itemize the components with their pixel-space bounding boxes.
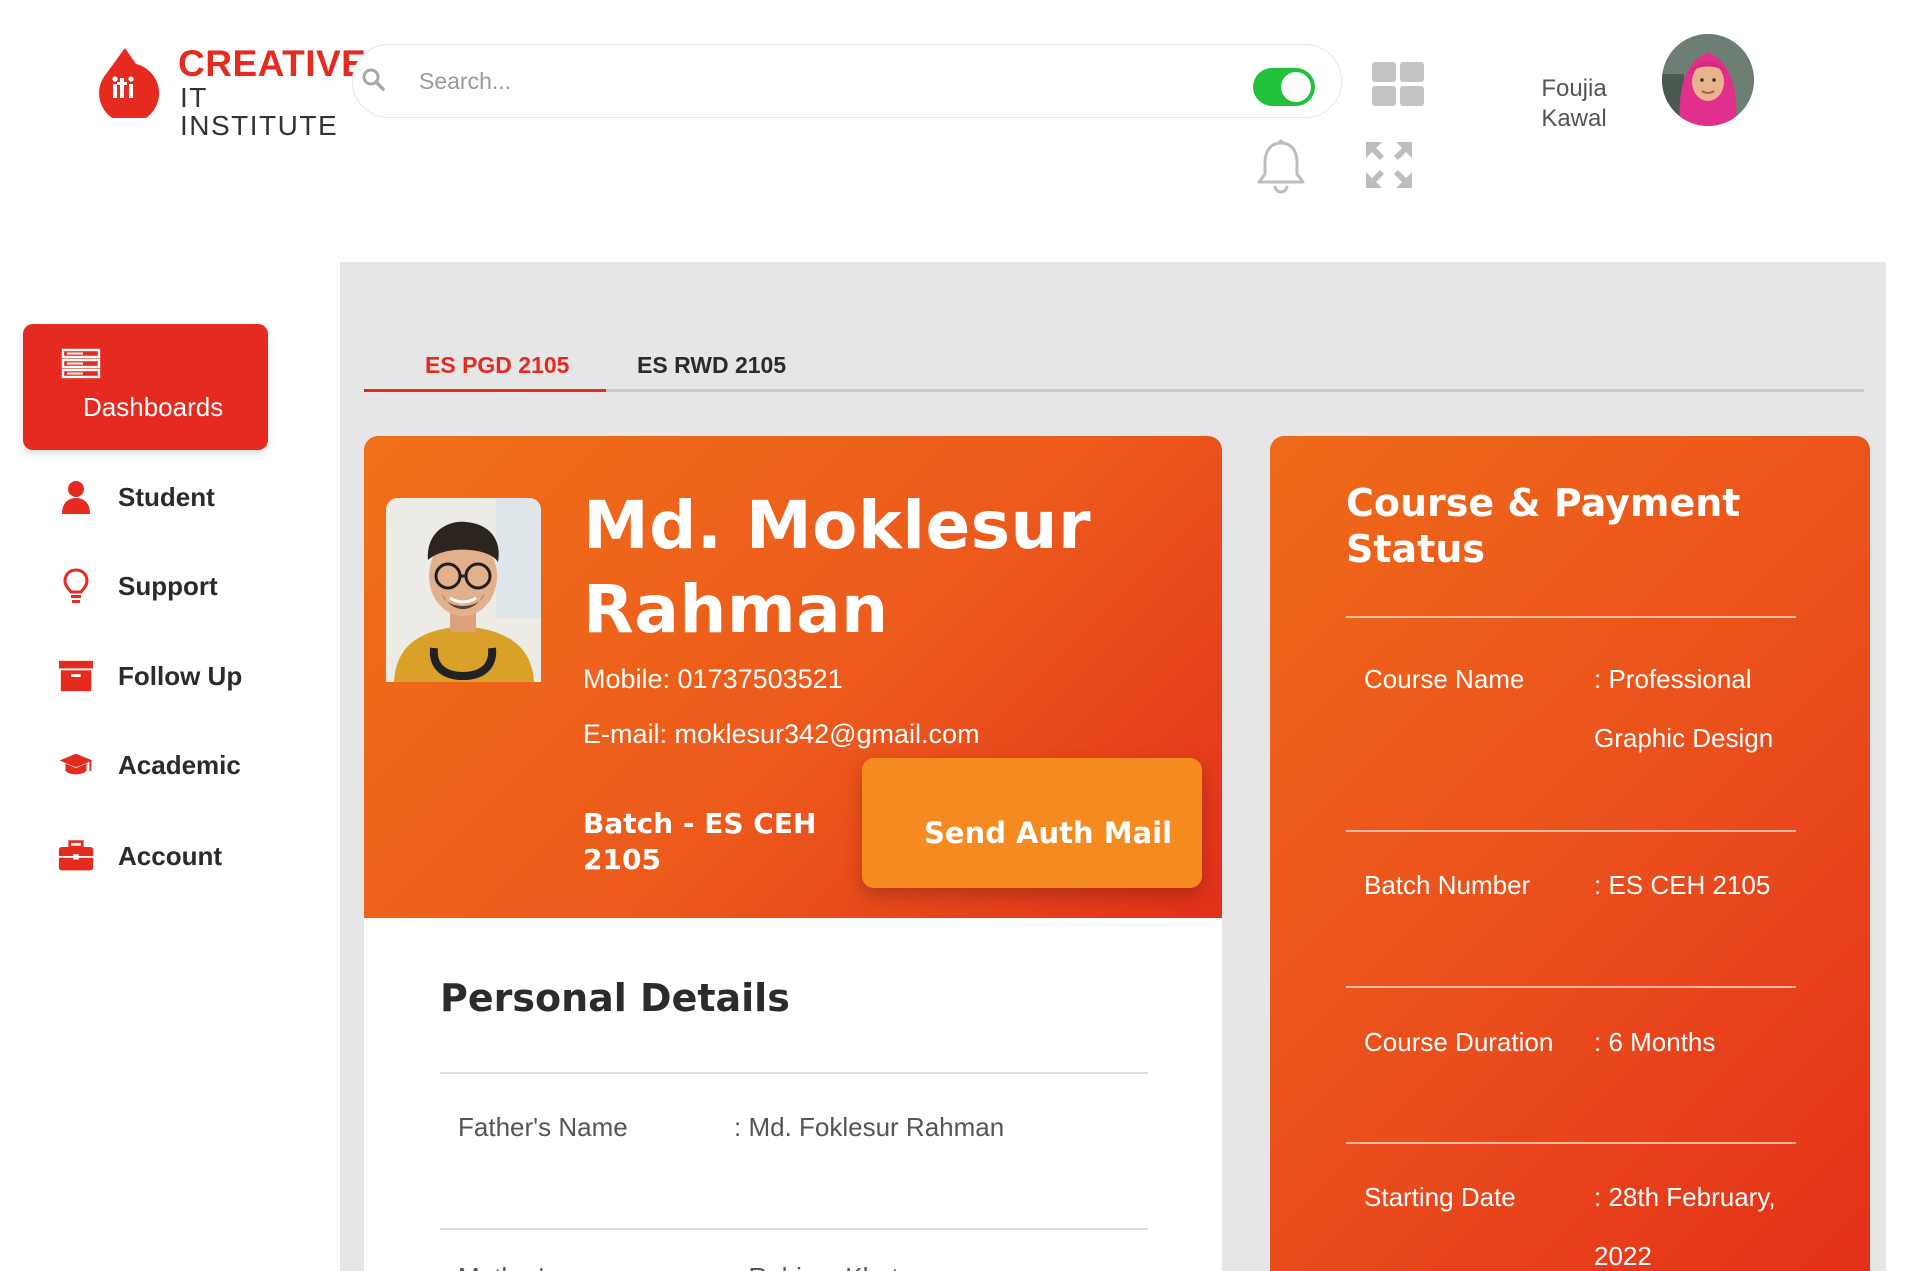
sidebar-item-support[interactable]: Support [58, 564, 218, 608]
sidebar-item-student[interactable]: Student [58, 475, 215, 519]
divider [1346, 986, 1796, 988]
student-photo [386, 498, 541, 682]
user-avatar[interactable] [1662, 34, 1754, 126]
divider [1346, 616, 1796, 618]
student-email: E-mail: moklesur342@gmail.com [583, 719, 980, 749]
theme-toggle[interactable] [1253, 68, 1315, 106]
course-payment-card: Course & Payment Status Course Name : Pr… [1270, 436, 1870, 1271]
lightbulb-icon [58, 568, 94, 604]
user-icon [58, 479, 94, 515]
logo-mark-icon [99, 48, 160, 118]
logo[interactable]: CREATIVE IT INSTITUTE [88, 42, 366, 140]
toggle-knob [1281, 72, 1311, 102]
sidebar-item-label: Academic [118, 749, 241, 780]
sidebar-item-academic[interactable]: Academic [58, 743, 241, 787]
course-name-value: : Professional Graphic Design [1594, 664, 1774, 753]
fathers-name-label: Father's Name [458, 1112, 628, 1142]
avatar-image-icon [1662, 34, 1754, 126]
briefcase-icon [58, 838, 94, 874]
active-tab-indicator [364, 389, 606, 392]
sidebar-item-label: Student [118, 481, 215, 512]
archive-box-icon [58, 658, 94, 694]
sidebar-item-label: Account [118, 840, 222, 871]
batch-number-value: : ES CEH 2105 [1594, 870, 1771, 900]
fullscreen-expand-icon[interactable] [1364, 140, 1414, 190]
tab-es-pgd-2105[interactable]: ES PGD 2105 [425, 352, 569, 379]
starting-date-label: Starting Date [1364, 1182, 1516, 1212]
course-payment-title: Course & Payment Status [1346, 481, 1741, 571]
student-profile-card: Md. Moklesur Rahman Mobile: 01737503521 … [364, 436, 1222, 1271]
graduation-cap-icon [58, 747, 94, 783]
notification-bell-icon[interactable] [1254, 138, 1308, 194]
sidebar-item-dashboards[interactable]: Dashboards [23, 324, 268, 450]
tab-es-rwd-2105[interactable]: ES RWD 2105 [637, 352, 786, 379]
course-duration-label: Course Duration [1364, 1027, 1554, 1057]
user-name[interactable]: Foujia Kawal [1532, 74, 1616, 134]
divider [1346, 1142, 1796, 1144]
divider [1346, 830, 1796, 832]
student-mobile: Mobile: 01737503521 [583, 664, 843, 694]
sidebar-item-follow-up[interactable]: Follow Up [58, 654, 242, 698]
batch-number-label: Batch Number [1364, 870, 1531, 900]
server-icon [61, 348, 101, 379]
main-content: ES PGD 2105 ES RWD 2105 Md. Moklesur Rah… [340, 262, 1886, 1271]
personal-details-title: Personal Details [440, 976, 790, 1020]
student-batch: Batch - ES CEH 2105 [583, 807, 817, 876]
starting-date-value: : 28th February, 2022 [1594, 1182, 1776, 1271]
search-bar [352, 44, 1342, 118]
sidebar-item-label: Follow Up [118, 660, 243, 691]
fathers-name-value: : Md. Foklesur Rahman [734, 1112, 1005, 1142]
grid-menu-icon[interactable] [1372, 62, 1424, 108]
divider [440, 1228, 1148, 1230]
batch-tabs: ES PGD 2105 ES RWD 2105 [364, 342, 1864, 392]
logo-title: CREATIVE [178, 43, 367, 84]
send-auth-mail-button[interactable]: Send Auth Mail [862, 758, 1202, 888]
divider [440, 1072, 1148, 1074]
mothers-name-label: Mother's [458, 1248, 658, 1271]
mothers-name-value: : Rahima Khatun [734, 1248, 1154, 1271]
course-duration-value: : 6 Months [1594, 1027, 1716, 1057]
sidebar-item-account[interactable]: Account [58, 834, 222, 878]
logo-subtitle: IT INSTITUTE [180, 82, 339, 141]
sidebar-item-label: Dashboards [83, 392, 224, 422]
profile-header: Md. Moklesur Rahman Mobile: 01737503521 … [364, 436, 1222, 918]
student-photo-icon [386, 498, 541, 682]
course-name-label: Course Name [1364, 664, 1525, 694]
sidebar-item-label: Support [118, 570, 218, 601]
search-input[interactable] [419, 59, 1179, 103]
student-name: Md. Moklesur Rahman [583, 487, 1092, 648]
search-icon[interactable] [361, 67, 387, 93]
